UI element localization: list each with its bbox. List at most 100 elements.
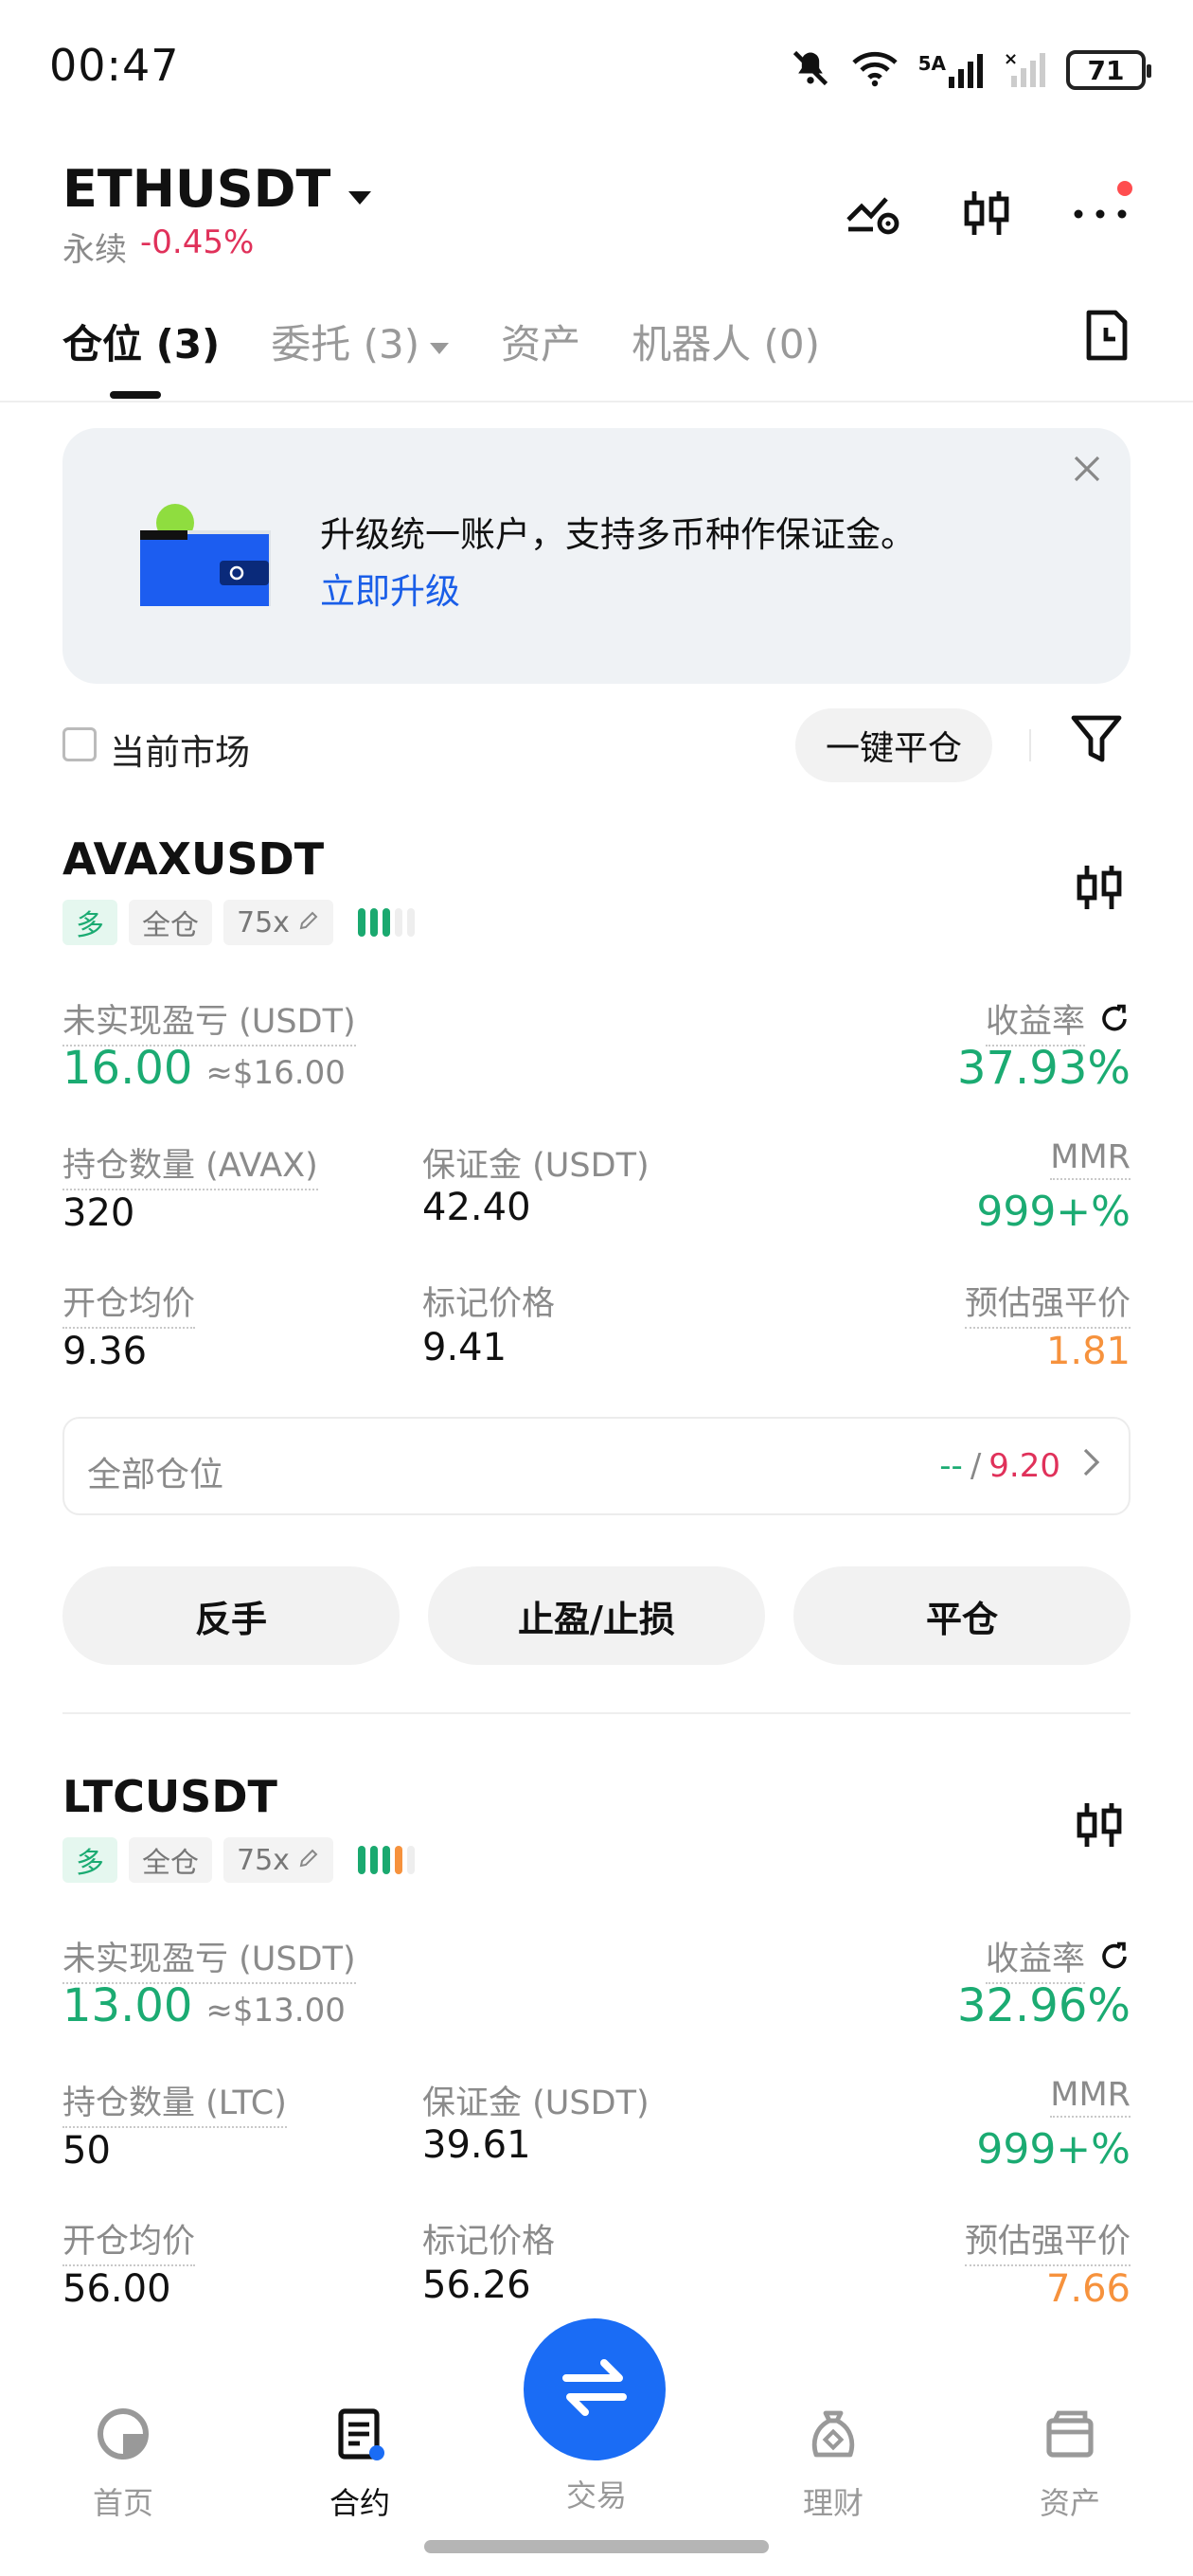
symbol-subline: 永续 -0.45% (62, 224, 254, 270)
leverage-badge[interactable]: 75x (223, 1837, 333, 1883)
entry-label-wrap: 开仓均价 (62, 2214, 196, 2266)
entry-price-label: 开仓均价 (62, 2214, 196, 2266)
all-positions-row[interactable]: 全部仓位 -- / 9.20 (62, 1417, 1131, 1515)
tab-bots[interactable]: 机器人 (0) (632, 313, 820, 370)
nav-home[interactable]: 首页 (47, 2406, 199, 2523)
adl-indicator (357, 1846, 415, 1874)
chart-settings-icon (845, 189, 901, 241)
filter-button[interactable] (1070, 712, 1123, 771)
size-label-wrap: 持仓数量 (AVAX) (62, 1138, 318, 1190)
leverage-badge[interactable]: 75x (223, 900, 333, 945)
adl-bar (406, 1846, 415, 1874)
mark-label-wrap: 标记价格 (422, 2214, 555, 2264)
close-all-button[interactable]: 一键平仓 (795, 708, 992, 782)
upgrade-banner[interactable]: 升级统一账户，支持多币种作保证金。 立即升级 (62, 428, 1131, 684)
home-icon (95, 2406, 151, 2470)
size-value: 320 (62, 1191, 135, 1235)
liq-price-label: 预估强平价 (964, 2214, 1131, 2266)
tab-assets[interactable]: 资产 (501, 313, 580, 370)
symbol-name: ETHUSDT (62, 159, 331, 219)
position-tags: 多 全仓 75x (62, 1837, 415, 1883)
roe-label: 收益率 (985, 994, 1085, 1046)
nav-assets-label: 资产 (1039, 2485, 1100, 2521)
notification-dot (1117, 181, 1132, 196)
more-icon (1072, 206, 1129, 224)
filter-separator (1029, 729, 1031, 761)
candlestick-icon (1074, 866, 1125, 917)
history-button[interactable] (1083, 309, 1131, 366)
liq-label-wrap: 预估强平价 (964, 1277, 1131, 1329)
kline-button[interactable] (956, 185, 1017, 245)
header-actions (843, 181, 1132, 245)
mmr-label: MMR (1050, 2076, 1131, 2118)
side-badge: 多 (62, 1837, 117, 1883)
adl-bar (369, 908, 378, 937)
roe-value: 37.93% (956, 1042, 1131, 1095)
tab-orders-label: 委托 (3) (271, 321, 420, 367)
banner-close-button[interactable] (1072, 451, 1102, 492)
tab-positions[interactable]: 仓位 (3) (62, 313, 220, 370)
nav-finance[interactable]: 理财 (757, 2406, 909, 2523)
all-positions-right: 9.20 (988, 1447, 1060, 1485)
margin-value: 39.61 (422, 2123, 531, 2167)
trade-fab-button[interactable] (524, 2318, 666, 2460)
liq-price-value: 1.81 (1045, 1330, 1131, 1373)
price-alert-button[interactable] (843, 185, 903, 245)
contract-type: 永续 (62, 231, 127, 269)
position-tags: 多 全仓 75x (62, 900, 415, 945)
upgrade-link[interactable]: 立即升级 (320, 563, 460, 614)
margin-mode-badge: 全仓 (129, 900, 212, 945)
position-chart-button[interactable] (1074, 1799, 1125, 1854)
nav-contract[interactable]: 合约 (284, 2406, 436, 2523)
adl-bar (394, 1846, 402, 1874)
roe-label-wrap[interactable]: 收益率 (985, 1932, 1131, 1984)
current-market-checkbox[interactable] (62, 727, 97, 761)
reverse-button[interactable]: 反手 (62, 1566, 400, 1665)
close-position-button[interactable]: 平仓 (793, 1566, 1131, 1665)
entry-price-value: 9.36 (62, 1330, 148, 1373)
margin-label: 保证金 (USDT) (422, 2084, 650, 2122)
pnl-approx: ≈$16.00 (205, 1054, 346, 1092)
tab-orders[interactable]: 委托 (3) (271, 313, 450, 370)
signal-icon: 5A (918, 52, 983, 88)
liq-price-value: 7.66 (1045, 2267, 1131, 2311)
more-button[interactable] (1070, 181, 1132, 245)
edit-icon (297, 906, 320, 939)
roe-label-wrap[interactable]: 收益率 (985, 994, 1131, 1046)
margin-label: 保证金 (USDT) (422, 1147, 650, 1185)
contract-icon (331, 2406, 388, 2470)
mark-label-wrap: 标记价格 (422, 1277, 555, 1327)
network-label: 5A (917, 52, 946, 75)
position-chart-button[interactable] (1074, 862, 1125, 917)
pnl-approx: ≈$13.00 (205, 1992, 346, 2030)
nav-assets[interactable]: 资产 (994, 2406, 1146, 2523)
mark-price-value: 9.41 (422, 1326, 507, 1369)
position-symbol[interactable]: AVAXUSDT (62, 833, 324, 885)
margin-mode-badge: 全仓 (129, 1837, 212, 1883)
symbol-selector[interactable]: ETHUSDT (62, 159, 372, 219)
adl-bar (382, 1846, 390, 1874)
svg-text:×: × (1004, 49, 1018, 69)
mute-icon (790, 47, 831, 93)
current-market-label: 当前市场 (110, 732, 250, 773)
position-symbol[interactable]: LTCUSDT (62, 1771, 277, 1822)
mmr-label: MMR (1050, 1138, 1131, 1180)
tab-divider (0, 401, 1193, 402)
pnl-label: 未实现盈亏 (USDT) (62, 994, 356, 1046)
caret-down-icon (429, 318, 450, 365)
pnl-value-wrap: 16.00 ≈$16.00 (62, 1042, 346, 1095)
battery-indicator: 71 (1066, 50, 1151, 90)
nav-contract-label: 合约 (329, 2485, 390, 2521)
candlestick-icon (1074, 1803, 1125, 1854)
margin-value: 42.40 (422, 1186, 531, 1229)
wifi-icon (851, 49, 898, 91)
margin-label-wrap: 保证金 (USDT) (422, 2076, 650, 2126)
adl-indicator (357, 908, 415, 937)
status-icons: 5A × 71 (790, 47, 1151, 93)
mmr-value: 999+% (976, 1188, 1131, 1236)
status-time: 00:47 (49, 40, 180, 91)
edit-icon (297, 1844, 320, 1877)
pnl-value-wrap: 13.00 ≈$13.00 (62, 1979, 346, 2032)
all-positions-left: -- (939, 1447, 963, 1485)
tpsl-button[interactable]: 止盈/止损 (428, 1566, 765, 1665)
